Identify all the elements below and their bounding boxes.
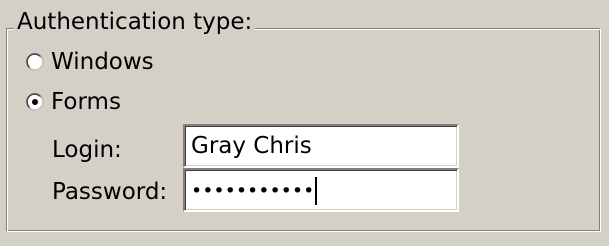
- radio-label-forms[interactable]: Forms: [51, 86, 121, 118]
- radio-dot-icon: [32, 99, 38, 105]
- password-label: Password:: [52, 179, 168, 205]
- text-caret: [315, 176, 318, 205]
- password-input[interactable]: •••••••••••: [183, 168, 459, 212]
- radio-button-forms[interactable]: [26, 93, 44, 111]
- radio-option-forms[interactable]: Forms: [26, 85, 121, 119]
- radio-option-windows[interactable]: Windows: [26, 45, 154, 79]
- login-input[interactable]: Gray Chris: [183, 124, 459, 168]
- login-input-value: Gray Chris: [191, 133, 312, 159]
- authentication-panel: Authentication type: Windows Forms Login…: [0, 0, 609, 246]
- password-masked-value: •••••••••••: [191, 180, 315, 202]
- group-title: Authentication type:: [14, 6, 256, 38]
- radio-label-windows[interactable]: Windows: [51, 46, 154, 78]
- login-label: Login:: [52, 137, 122, 163]
- radio-button-windows[interactable]: [26, 53, 44, 71]
